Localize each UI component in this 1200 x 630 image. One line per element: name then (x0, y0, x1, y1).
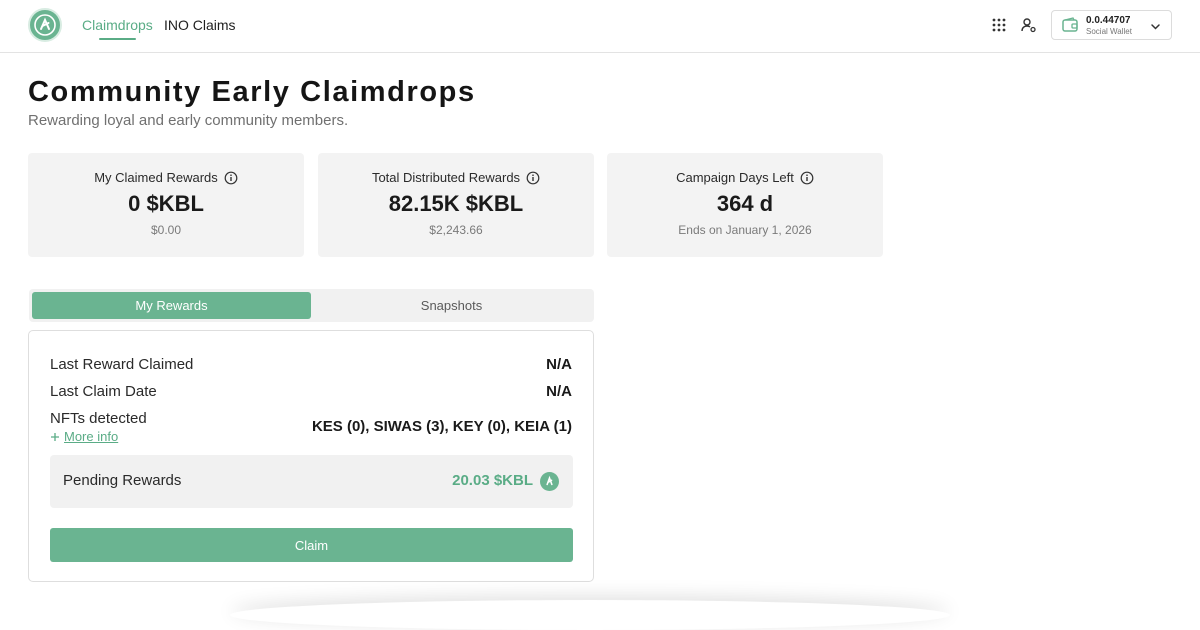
brand-logo[interactable] (28, 8, 62, 42)
user-settings-icon[interactable] (1019, 15, 1039, 35)
more-info-text: More info (64, 429, 119, 444)
last-claim-label: Last Claim Date (50, 383, 157, 400)
last-claim-value: N/A (546, 383, 572, 400)
stat-card-distributed: Total Distributed Rewards 82.15K $KBL $2… (318, 153, 594, 257)
stat-value: 364 d (716, 191, 774, 216)
stat-sub: $0.00 (150, 223, 182, 237)
stat-value: 82.15K $KBL (388, 191, 524, 216)
info-icon[interactable] (224, 171, 238, 185)
apps-grid-icon[interactable] (989, 15, 1009, 35)
stat-label: Total Distributed Rewards (371, 170, 521, 185)
plus-icon (51, 432, 59, 441)
wallet-icon (1062, 17, 1078, 38)
wallet-amount: 0.0.44707 (1086, 15, 1131, 26)
stat-sub: Ends on January 1, 2026 (678, 223, 812, 237)
last-reward-value: N/A (546, 356, 572, 373)
stat-label: Campaign Days Left (676, 170, 794, 185)
stat-value: 0 $KBL (128, 191, 204, 216)
rewards-panel: Last Reward Claimed N/A Last Claim Date … (28, 330, 594, 582)
info-icon[interactable] (800, 171, 814, 185)
nfts-label: NFTs detected (50, 410, 147, 427)
nfts-value: KES (0), SIWAS (3), KEY (0), KEIA (1) (311, 418, 572, 435)
chevron-down-icon (1150, 19, 1161, 37)
wallet-label: Social Wallet (1086, 27, 1132, 36)
last-reward-label: Last Reward Claimed (50, 356, 194, 373)
stat-card-claimed: My Claimed Rewards 0 $KBL $0.00 (28, 153, 304, 257)
nav-claimdrops[interactable]: Claimdrops (82, 17, 153, 40)
stat-label: My Claimed Rewards (94, 170, 218, 185)
page-subtitle: Rewarding loyal and early community memb… (28, 112, 349, 129)
info-icon[interactable] (526, 171, 540, 185)
top-header: Claimdrops INO Claims 0.0.44707 Social W (0, 0, 1200, 53)
pending-rewards-box: Pending Rewards 20.03 $KBL (50, 455, 573, 508)
wallet-selector[interactable]: 0.0.44707 Social Wallet (1051, 10, 1172, 40)
page-title: Community Early Claimdrops (28, 76, 476, 108)
nav-ino-claims[interactable]: INO Claims (164, 17, 236, 33)
pending-rewards-value: 20.03 $KBL (452, 472, 533, 489)
pending-rewards-label: Pending Rewards (63, 472, 182, 489)
kbl-logo-icon (34, 14, 56, 36)
bottom-overlay-edge (230, 600, 950, 630)
tab-my-rewards[interactable]: My Rewards (32, 292, 311, 319)
more-info-link[interactable]: More info (50, 429, 118, 444)
stat-card-days-left: Campaign Days Left 364 d Ends on January… (607, 153, 883, 257)
rewards-tabs: My Rewards Snapshots (29, 289, 594, 322)
kbl-token-icon (540, 472, 559, 491)
claim-button[interactable]: Claim (50, 528, 573, 562)
stat-sub: $2,243.66 (429, 223, 483, 237)
tab-snapshots[interactable]: Snapshots (312, 292, 591, 319)
